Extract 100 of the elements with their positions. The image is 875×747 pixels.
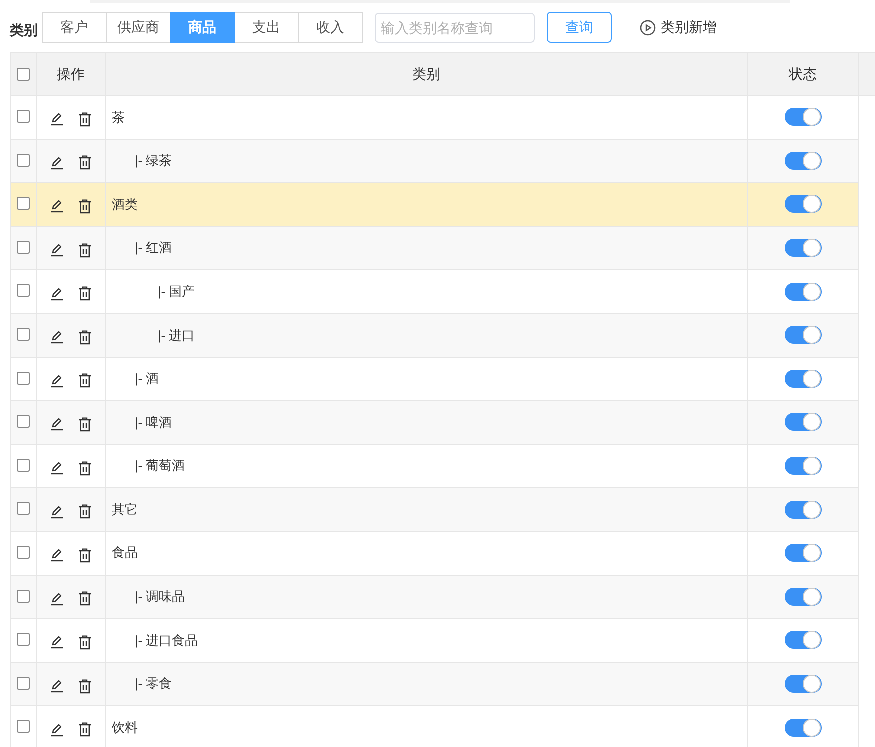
trash-icon[interactable] xyxy=(78,678,92,694)
category-name: |- 葡萄酒 xyxy=(134,457,186,476)
category-name: 其它 xyxy=(112,500,138,519)
status-toggle[interactable] xyxy=(784,544,822,562)
column-header: 类别 xyxy=(412,64,440,84)
trash-icon[interactable] xyxy=(78,242,92,258)
trash-icon[interactable] xyxy=(78,504,92,520)
edit-icon[interactable] xyxy=(50,286,64,301)
row-checkbox[interactable] xyxy=(16,328,30,341)
status-toggle[interactable] xyxy=(784,370,822,388)
row-checkbox[interactable] xyxy=(16,546,30,559)
status-toggle[interactable] xyxy=(784,588,822,606)
trash-icon[interactable] xyxy=(78,373,92,388)
edit-icon[interactable] xyxy=(50,330,64,344)
row-checkbox[interactable] xyxy=(16,590,30,603)
trash-icon[interactable] xyxy=(78,722,92,738)
row-checkbox[interactable] xyxy=(16,676,30,690)
status-toggle[interactable] xyxy=(784,718,822,737)
table-row[interactable]: |- 调味品 xyxy=(11,576,859,620)
category-tab[interactable]: 客户 xyxy=(42,12,107,43)
edit-icon[interactable] xyxy=(50,199,64,214)
trash-icon[interactable] xyxy=(78,591,92,606)
table-row[interactable]: 其它 xyxy=(11,488,859,532)
status-toggle[interactable] xyxy=(784,675,822,694)
status-toggle[interactable] xyxy=(784,631,822,650)
category-name: 茶 xyxy=(112,108,125,127)
table-row[interactable]: |- 酒 xyxy=(11,358,859,402)
row-checkbox[interactable] xyxy=(16,415,30,428)
edit-icon[interactable] xyxy=(50,461,64,476)
category-name: 酒类 xyxy=(112,196,138,214)
category-name: |- 进口 xyxy=(158,326,196,345)
edit-icon[interactable] xyxy=(50,504,64,519)
trash-icon[interactable] xyxy=(78,460,92,476)
category-tab[interactable]: 供应商 xyxy=(106,12,171,43)
edit-icon[interactable] xyxy=(50,635,64,650)
category-name: |- 国产 xyxy=(158,282,196,301)
table-row[interactable]: 茶 xyxy=(11,96,859,140)
category-name: |- 零食 xyxy=(134,675,172,694)
status-toggle[interactable] xyxy=(784,108,822,126)
category-name: |- 啤酒 xyxy=(134,414,172,432)
trash-icon[interactable] xyxy=(78,198,92,214)
trash-icon[interactable] xyxy=(78,286,92,302)
edit-icon[interactable] xyxy=(50,112,64,126)
table-row[interactable]: 酒类 xyxy=(11,183,859,227)
filter-label: 类别 xyxy=(10,21,38,40)
status-toggle[interactable] xyxy=(784,500,822,519)
table-row[interactable]: |- 国产 xyxy=(11,270,859,314)
row-checkbox[interactable] xyxy=(16,458,30,472)
row-checkbox[interactable] xyxy=(16,372,30,385)
category-name: 饮料 xyxy=(112,718,138,737)
row-checkbox[interactable] xyxy=(16,154,30,167)
category-name: |- 绿茶 xyxy=(134,152,172,170)
edit-icon[interactable] xyxy=(50,417,64,432)
category-name: |- 调味品 xyxy=(134,588,186,606)
edit-icon[interactable] xyxy=(50,592,64,606)
edit-icon[interactable] xyxy=(50,722,64,737)
trash-icon[interactable] xyxy=(78,548,92,563)
trash-icon[interactable] xyxy=(78,112,92,127)
table-row[interactable]: |- 进口 xyxy=(11,314,859,358)
edit-icon[interactable] xyxy=(50,679,64,694)
row-checkbox[interactable] xyxy=(16,197,30,210)
edit-icon[interactable] xyxy=(50,548,64,562)
category-tab[interactable]: 支出 xyxy=(234,12,299,43)
column-header: 状态 xyxy=(789,64,818,84)
trash-icon[interactable] xyxy=(78,155,92,170)
select-all-checkbox[interactable] xyxy=(16,68,30,80)
status-toggle[interactable] xyxy=(784,195,822,214)
category-name: |- 进口食品 xyxy=(134,632,198,650)
category-name: |- 红酒 xyxy=(134,239,172,258)
play-circle-icon xyxy=(640,20,656,36)
status-toggle[interactable] xyxy=(784,152,822,170)
row-checkbox[interactable] xyxy=(16,110,30,123)
status-toggle[interactable] xyxy=(784,282,822,301)
trash-icon[interactable] xyxy=(78,416,92,432)
edit-icon[interactable] xyxy=(50,243,64,258)
column-header: 操作 xyxy=(56,64,85,84)
table-row[interactable]: |- 啤酒 xyxy=(11,401,859,445)
table-row[interactable]: 食品 xyxy=(11,532,859,576)
row-checkbox[interactable] xyxy=(16,240,30,254)
status-toggle[interactable] xyxy=(784,413,822,432)
status-toggle[interactable] xyxy=(784,326,822,344)
trash-icon[interactable] xyxy=(78,634,92,650)
status-toggle[interactable] xyxy=(784,457,822,476)
table-row[interactable]: |- 零食 xyxy=(11,662,859,706)
table-row[interactable]: |- 红酒 xyxy=(11,226,859,270)
edit-icon[interactable] xyxy=(50,374,64,388)
table-row[interactable]: |- 绿茶 xyxy=(11,140,859,184)
table-row[interactable]: |- 葡萄酒 xyxy=(11,444,859,488)
add-category-link[interactable]: 类别新增 xyxy=(640,17,717,38)
row-checkbox[interactable] xyxy=(16,720,30,734)
trash-icon[interactable] xyxy=(78,330,92,345)
search-field[interactable]: 输入类别名称查询 xyxy=(375,12,535,42)
row-checkbox[interactable] xyxy=(16,502,30,516)
row-checkbox[interactable] xyxy=(16,284,30,298)
edit-icon[interactable] xyxy=(50,156,64,170)
table-row[interactable]: |- 进口食品 xyxy=(11,619,859,663)
category-tab[interactable]: 收入 xyxy=(298,12,363,43)
category-name: |- 酒 xyxy=(134,370,160,388)
status-toggle[interactable] xyxy=(784,239,822,258)
row-checkbox[interactable] xyxy=(16,633,30,646)
